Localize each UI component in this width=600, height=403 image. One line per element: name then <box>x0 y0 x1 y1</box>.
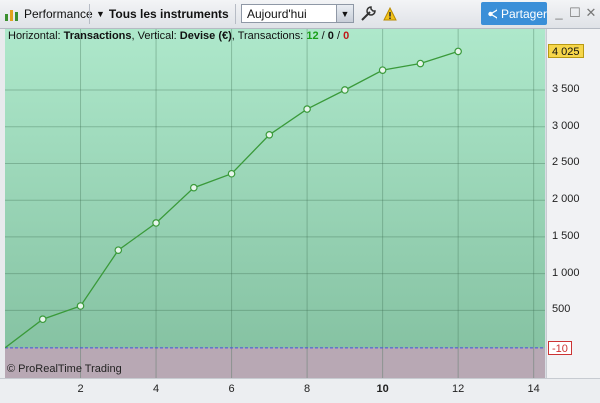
data-point <box>266 132 272 138</box>
period-select[interactable]: Aujourd'hui ▼ <box>241 4 354 23</box>
equity-chart[interactable] <box>5 29 545 378</box>
instruments-dropdown[interactable]: ▼ Tous les instruments <box>96 0 229 28</box>
y-tick-label: 2 500 <box>552 156 580 168</box>
y-tick-label: 2 000 <box>552 193 580 205</box>
y-tick-label: 3 500 <box>552 83 580 95</box>
share-label: Partager <box>501 7 547 21</box>
chart-header: Horizontal: Transactions, Vertical: Devi… <box>8 30 349 42</box>
x-tick-label: 8 <box>304 383 310 395</box>
share-icon <box>487 6 497 22</box>
period-value: Aujourd'hui <box>247 7 307 21</box>
data-point <box>40 316 46 322</box>
header-vertical: Devise (€) <box>180 30 232 42</box>
chevron-down-icon[interactable]: ▼ <box>336 5 353 22</box>
share-button[interactable]: Partager <box>481 2 547 25</box>
x-tick-label: 12 <box>452 383 464 395</box>
wrench-icon <box>359 5 377 23</box>
header-horizontal: Transactions <box>64 30 132 42</box>
x-tick-label: 14 <box>528 383 540 395</box>
minimize-icon[interactable]: _ <box>552 5 566 21</box>
data-point <box>153 220 159 226</box>
toolbar-divider <box>235 4 236 24</box>
y-tick-label: 1 000 <box>552 267 580 279</box>
data-point <box>115 247 121 253</box>
data-point <box>191 185 197 191</box>
data-point <box>77 303 83 309</box>
y-tick-label: 500 <box>552 303 570 315</box>
header-slash: / <box>334 30 343 42</box>
warning-button[interactable] <box>383 0 397 28</box>
header-tx-label: , Transactions: <box>232 30 307 42</box>
data-point <box>342 87 348 93</box>
settings-button[interactable] <box>359 0 377 28</box>
tx-loss-count: 0 <box>343 30 349 42</box>
positive-area <box>5 29 545 378</box>
header-mid: , Vertical: <box>132 30 180 42</box>
header-prefix: Horizontal: <box>8 30 64 42</box>
x-tick-label: 6 <box>229 383 235 395</box>
x-tick-label: 2 <box>77 383 83 395</box>
chart-bars-icon <box>4 6 20 22</box>
y-tick-label: 3 000 <box>552 120 580 132</box>
performance-label: Performance <box>24 7 93 21</box>
toolbar: Performance ▼ Tous les instruments Aujou… <box>0 0 600 29</box>
x-tick-label: 10 <box>376 383 388 395</box>
data-point <box>417 60 423 66</box>
warning-icon <box>383 7 397 21</box>
baseline-value-tag: -10 <box>548 341 572 355</box>
header-slash: / <box>319 30 328 42</box>
last-value-tag: 4 025 <box>548 44 584 58</box>
maximize-icon[interactable]: ☐ <box>568 5 582 21</box>
performance-button[interactable]: Performance <box>4 0 93 28</box>
data-point <box>228 171 234 177</box>
tx-win-count: 12 <box>306 30 318 42</box>
close-icon[interactable]: ✕ <box>584 5 598 21</box>
instruments-label: Tous les instruments <box>109 7 229 21</box>
data-point <box>379 67 385 73</box>
data-point <box>455 48 461 54</box>
y-tick-label: 1 500 <box>552 230 580 242</box>
caret-down-icon: ▼ <box>96 9 105 19</box>
x-tick-label: 4 <box>153 383 159 395</box>
copyright-text: © ProRealTime Trading <box>7 363 122 375</box>
data-point <box>304 106 310 112</box>
toolbar-divider <box>89 4 90 24</box>
x-axis-panel <box>0 378 600 403</box>
